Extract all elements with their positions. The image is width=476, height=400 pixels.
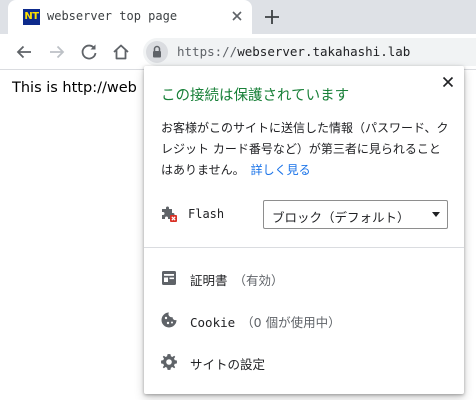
tab-close-icon[interactable]: [229, 8, 245, 24]
site-favicon-icon: NT: [23, 9, 40, 25]
tab-title: webserver top page: [47, 9, 178, 23]
back-arrow-icon[interactable]: [14, 42, 34, 62]
connection-secure-title: この接続は保護されています: [161, 88, 350, 104]
flash-label: Flash: [188, 207, 225, 221]
gear-icon: [161, 354, 177, 370]
url-text: https://webserver.takahashi.lab: [177, 44, 410, 59]
lock-icon: [153, 45, 161, 58]
cookie-label: Cookie （0 個が使用中）: [190, 312, 341, 331]
certificate-label: 証明書 （有効）: [190, 270, 284, 289]
forward-arrow-icon[interactable]: [47, 42, 67, 62]
dropdown-arrow-icon: [432, 212, 440, 217]
certificate-row[interactable]: 証明書 （有効）: [144, 260, 464, 296]
home-icon[interactable]: [111, 42, 131, 62]
learn-more-link[interactable]: 詳しく見る: [251, 163, 311, 177]
popup-close-icon[interactable]: [440, 74, 456, 90]
certificate-label-text: 証明書: [190, 273, 228, 288]
reload-icon[interactable]: [79, 42, 99, 62]
cookie-icon: [161, 312, 177, 328]
page-body-text: This is http://web: [12, 80, 137, 96]
url-scheme: https://: [177, 44, 238, 59]
site-info-button[interactable]: [146, 41, 168, 63]
new-tab-plus-icon[interactable]: [263, 8, 281, 26]
cookie-row[interactable]: Cookie （0 個が使用中）: [144, 302, 464, 338]
browser-toolbar: https://webserver.takahashi.lab: [0, 34, 476, 70]
site-info-popup: この接続は保護されています お客様がこのサイトに送信した情報（パスワード、クレジ…: [144, 66, 464, 394]
tab-strip: NT webserver top page: [0, 0, 476, 34]
url-host: webserver.takahashi.lab: [237, 44, 411, 59]
cookie-label-text: Cookie: [190, 315, 236, 330]
flash-permission-select[interactable]: ブロック（デフォルト）: [263, 200, 448, 229]
certificate-icon: [162, 271, 176, 285]
browser-tab[interactable]: NT webserver top page: [8, 0, 252, 34]
cookie-status: （0 個が使用中）: [241, 315, 341, 330]
popup-divider: [144, 247, 464, 248]
flash-puzzle-blocked-icon: [162, 206, 177, 222]
site-settings-row[interactable]: サイトの設定: [144, 344, 464, 380]
address-bar[interactable]: https://webserver.takahashi.lab: [143, 38, 476, 66]
flash-permission-value: ブロック（デフォルト）: [272, 210, 410, 225]
site-settings-label: サイトの設定: [190, 357, 266, 372]
certificate-status: （有効）: [233, 273, 284, 288]
connection-description: お客様がこのサイトに送信した情報（パスワード、クレジット カード番号など）が第三…: [161, 118, 451, 181]
